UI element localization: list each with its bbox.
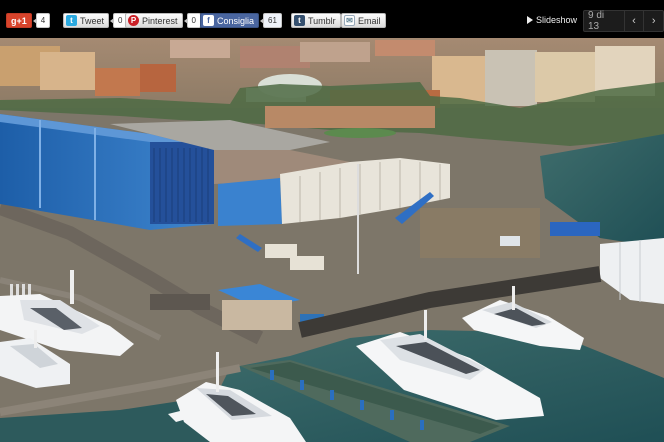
facebook-icon: f: [203, 15, 214, 26]
envelope-icon: ✉: [344, 15, 355, 26]
gallery-pager: 9 di 13 ‹ ›: [583, 10, 664, 32]
googleplus-label: g+1: [11, 15, 27, 26]
facebook-label: Consiglia: [217, 15, 255, 26]
pinterest-label: Pinterest: [142, 15, 178, 26]
tumblr-label: Tumblr: [308, 15, 336, 26]
googleplus-share[interactable]: g+1 4: [6, 13, 51, 28]
googleplus-button[interactable]: g+1: [6, 13, 32, 28]
gallery-photo[interactable]: [0, 38, 664, 442]
prev-slide-button[interactable]: ‹: [623, 11, 644, 31]
pinterest-button[interactable]: P Pinterest: [125, 13, 183, 28]
share-toolbar: g+1 4 t Tweet 0 P Pinterest 0 f Consigli…: [0, 0, 664, 38]
shipyard-aerial-photo: [0, 38, 664, 442]
slide-counter: 9 di 13: [588, 10, 605, 32]
tweet-label: Tweet: [80, 15, 105, 26]
twitter-bird-icon: t: [66, 15, 77, 26]
googleplus-count: 4: [32, 13, 51, 28]
next-slide-button[interactable]: ›: [643, 11, 663, 31]
email-label: Email: [358, 15, 381, 26]
facebook-like-button[interactable]: f Consiglia: [200, 13, 260, 28]
tumblr-icon: t: [294, 15, 305, 26]
email-button[interactable]: ✉ Email: [341, 13, 386, 28]
pinterest-icon: P: [128, 15, 139, 26]
facebook-share[interactable]: f Consiglia 61: [200, 13, 282, 28]
tumblr-button[interactable]: t Tumblr: [291, 13, 341, 28]
chevron-left-icon: ‹: [632, 15, 636, 27]
pinterest-share[interactable]: P Pinterest 0: [125, 13, 201, 28]
slideshow-label: Slideshow: [536, 15, 578, 25]
slideshow-button[interactable]: Slideshow: [527, 15, 577, 25]
play-icon: [527, 16, 533, 24]
pinterest-count: 0: [183, 13, 201, 28]
tweet-button[interactable]: t Tweet: [63, 13, 110, 28]
tumblr-share[interactable]: t Tumblr: [291, 13, 341, 28]
chevron-right-icon: ›: [651, 15, 656, 27]
twitter-share[interactable]: t Tweet 0: [63, 13, 128, 28]
facebook-count: 61: [260, 13, 282, 28]
email-share[interactable]: ✉ Email: [341, 13, 386, 28]
